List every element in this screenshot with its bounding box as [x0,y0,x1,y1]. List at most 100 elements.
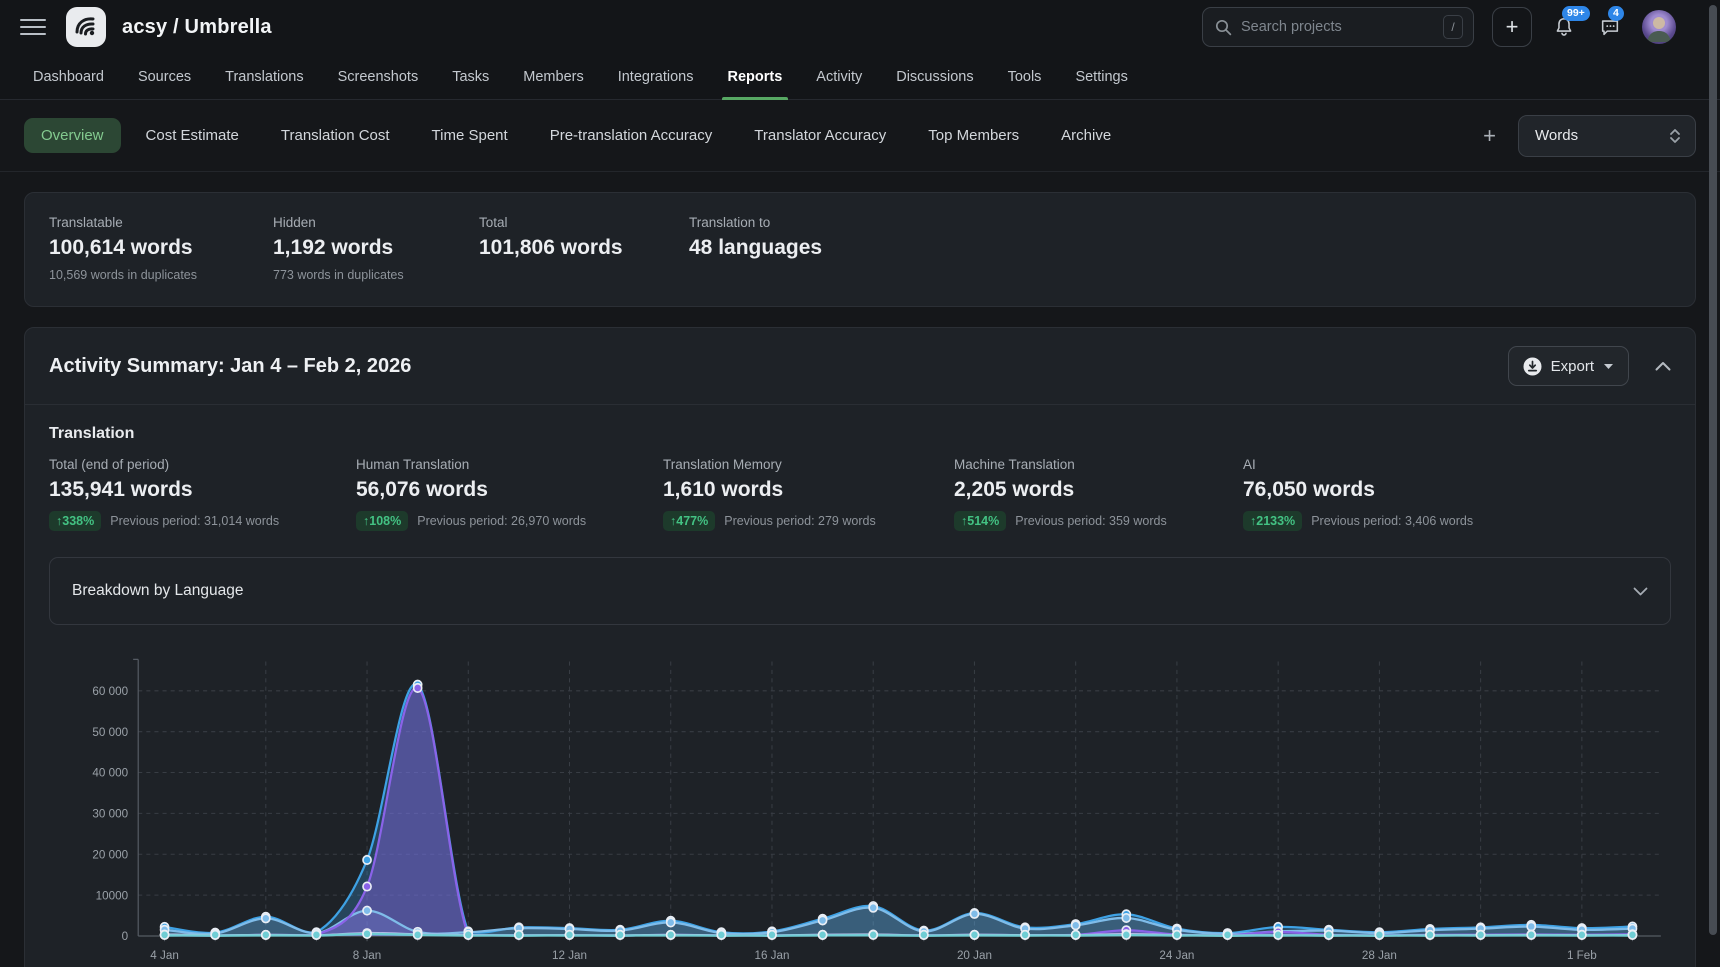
svg-text:40 000: 40 000 [92,766,128,780]
main-nav: Dashboard Sources Translations Screenshots T… [0,54,1720,100]
svg-text:16 Jan: 16 Jan [754,948,789,962]
chevron-down-icon [1633,587,1648,596]
svg-text:60 000: 60 000 [92,684,128,698]
top-bar: acsy / Umbrella / + 99+ 4 [0,0,1720,54]
subnav-tab-top-members[interactable]: Top Members [911,118,1036,153]
nav-tab-translations[interactable]: Translations [225,54,303,99]
subnav-tab-time-spent[interactable]: Time Spent [415,118,525,153]
reports-subnav: OverviewCost EstimateTranslation CostTim… [0,100,1720,172]
subnav-items: OverviewCost EstimateTranslation CostTim… [24,118,1128,153]
metric-previous-period: Previous period: 279 words [724,514,875,528]
svg-text:28 Jan: 28 Jan [1362,948,1397,962]
messages-button[interactable]: 4 [1596,13,1624,41]
svg-text:30 000: 30 000 [92,806,128,820]
hamburger-menu-icon[interactable] [20,14,46,40]
nav-tab-screenshots[interactable]: Screenshots [338,54,419,99]
metric-label: AI [1243,457,1473,472]
metric-meta: ↑514% Previous period: 359 words [954,511,1243,531]
stat-note: 773 words in duplicates [273,268,479,282]
search-icon [1215,19,1232,36]
nav-tab-activity[interactable]: Activity [816,54,862,99]
metric-ai: AI 76,050 words ↑2133%Previous period: 3,4… [1243,457,1473,531]
subnav-tab-archive[interactable]: Archive [1044,118,1128,153]
metric-value: 1,610 words [663,478,954,502]
metric-value: 2,205 words [954,478,1243,502]
metric-label: Total (end of period) [49,457,356,472]
metric-label: Human Translation [356,457,663,472]
nav-tab-settings[interactable]: Settings [1075,54,1127,99]
nav-tab-tools[interactable]: Tools [1008,54,1042,99]
nav-tab-tasks[interactable]: Tasks [452,54,489,99]
nav-tab-members[interactable]: Members [523,54,583,99]
metric-meta: ↑338% Previous period: 31,014 words [49,511,356,531]
create-project-button[interactable]: + [1492,7,1532,47]
subnav-tab-translation-cost[interactable]: Translation Cost [264,118,407,153]
messages-badge: 4 [1608,6,1624,21]
chevron-up-icon [1655,361,1671,371]
breakdown-by-language-toggle[interactable]: Breakdown by Language [49,557,1671,625]
metric-change-badge: ↑108% [356,511,408,531]
unit-selector[interactable]: Words [1518,115,1696,157]
metric-previous-period: Previous period: 31,014 words [110,514,279,528]
metric-label: Machine Translation [954,457,1243,472]
svg-text:20 Jan: 20 Jan [957,948,992,962]
activity-summary-title: Activity Summary: Jan 4 – Feb 2, 2026 [49,355,411,378]
caret-down-icon [1603,363,1614,370]
svg-text:24 Jan: 24 Jan [1159,948,1194,962]
subnav-tab-cost-estimate[interactable]: Cost Estimate [129,118,256,153]
metric-meta: ↑2133%Previous period: 3,406 words [1243,511,1473,531]
notifications-badge: 99+ [1562,6,1590,21]
nav-tab-integrations[interactable]: Integrations [618,54,694,99]
stat-hidden: Hidden1,192 words773 words in duplicates [273,215,479,282]
subnav-tab-pre-translation-accuracy[interactable]: Pre-translation Accuracy [533,118,730,153]
stat-label: Translation to [689,215,822,230]
metric-total-end-of-period: Total (end of period)135,941 words↑338%P… [49,457,356,531]
metric-change-badge: ↑477% [663,511,715,531]
chart-canvas: 01000020 00030 00040 00050 00060 0004 Ja… [49,651,1671,967]
translation-section-title: Translation [49,425,1671,443]
svg-text:1 Feb: 1 Feb [1567,948,1597,962]
unit-selector-value: Words [1535,127,1578,144]
subnav-tab-overview[interactable]: Overview [24,118,121,153]
stat-note: 10,569 words in duplicates [49,268,273,282]
metric-value: 56,076 words [356,478,663,502]
notifications-button[interactable]: 99+ [1550,13,1578,41]
page-title: acsy / Umbrella [122,16,272,39]
metric-previous-period: Previous period: 359 words [1015,514,1166,528]
user-avatar[interactable] [1642,10,1676,44]
export-button[interactable]: Export [1508,346,1629,386]
svg-text:12 Jan: 12 Jan [552,948,587,962]
nav-tab-dashboard[interactable]: Dashboard [33,54,104,99]
stat-label: Hidden [273,215,479,230]
nav-tab-discussions[interactable]: Discussions [896,54,973,99]
logo-swirl-icon [73,14,99,40]
stat-value: 101,806 words [479,236,689,260]
scrollbar-thumb[interactable] [1709,5,1717,935]
search-shortcut-key: / [1443,15,1463,39]
svg-text:0: 0 [122,929,129,943]
activity-line-chart[interactable]: 01000020 00030 00040 00050 00060 0004 Ja… [49,651,1671,967]
stat-label: Total [479,215,689,230]
search-box[interactable]: / [1202,7,1474,47]
metric-change-badge: ↑338% [49,511,101,531]
subnav-tab-translator-accuracy[interactable]: Translator Accuracy [737,118,903,153]
svg-text:4 Jan: 4 Jan [150,948,179,962]
metric-value: 76,050 words [1243,478,1473,502]
metric-machine-translation: Machine Translation 2,205 words ↑514% Previ… [954,457,1243,531]
project-logo[interactable] [66,7,106,47]
stat-value: 48 languages [689,236,822,260]
stat-translatable: Translatable100,614 words10,569 words in… [49,215,273,282]
nav-tab-reports[interactable]: Reports [728,54,783,99]
export-download-icon [1523,357,1542,376]
translation-metrics-row: Total (end of period)135,941 words↑338%P… [49,457,1671,531]
nav-tab-sources[interactable]: Sources [138,54,191,99]
add-report-button[interactable]: + [1483,125,1496,147]
stat-value: 100,614 words [49,236,273,260]
metric-change-badge: ↑514% [954,511,1006,531]
collapse-section-button[interactable] [1655,361,1671,371]
stat-total: Total 101,806 words [479,215,689,282]
search-input[interactable] [1241,19,1434,35]
select-arrows-icon [1669,128,1681,144]
metric-translation-memory: Translation Memory1,610 words↑477%Previo… [663,457,954,531]
page-scrollbar[interactable] [1706,0,1720,967]
